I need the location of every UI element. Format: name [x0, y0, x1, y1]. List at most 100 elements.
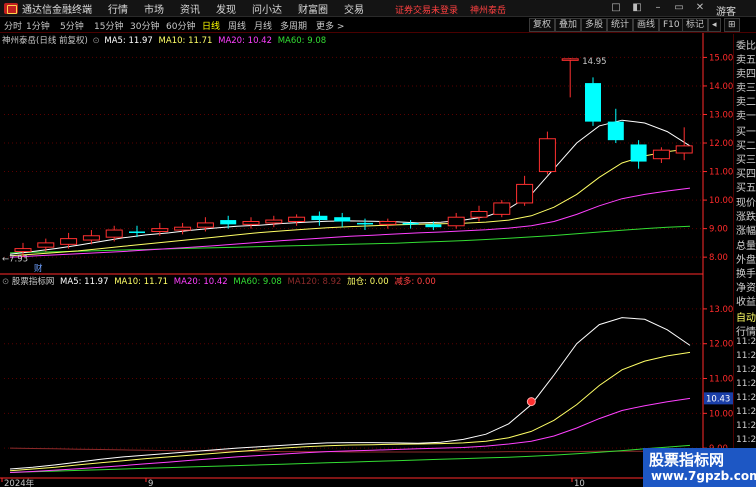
minimize-icon[interactable]: –	[652, 2, 664, 13]
maximize-icon[interactable]: ▭	[673, 2, 685, 13]
quote-row[interactable]: 涨幅	[736, 222, 756, 237]
multi-stock-button[interactable]: 多股	[581, 18, 608, 32]
menu-wealth-circle[interactable]: 财富圈	[298, 1, 328, 16]
price-tick-label: 14.00	[709, 82, 733, 92]
menu-market[interactable]: 市场	[144, 1, 164, 16]
reduce-position-readout: 减多: 0.00	[394, 277, 436, 287]
quote-row[interactable]: 11:26	[736, 393, 756, 403]
layout-icon[interactable]: ◧	[631, 2, 643, 13]
price-tick-label: 12.00	[709, 139, 733, 149]
quote-row[interactable]: 买三	[736, 151, 756, 166]
menu-discover[interactable]: 发现	[216, 1, 236, 16]
menu-trade[interactable]: 交易	[344, 1, 364, 16]
quote-row[interactable]: 买二	[736, 137, 756, 152]
menu-quotes[interactable]: 行情	[108, 1, 128, 16]
period-daily[interactable]: 日线	[202, 19, 220, 32]
period-toolbar: 分时 1分钟 5分钟 15分钟 30分钟 60分钟 日线 周线 月线 多周期 更…	[0, 18, 756, 33]
quote-row[interactable]: 卖五	[736, 51, 756, 66]
quote-row[interactable]: 委比	[736, 37, 756, 52]
period-intraday[interactable]: 分时	[4, 19, 22, 32]
sub-ma120-readout: MA120: 8.92	[287, 277, 342, 287]
ma10-readout: MA10: 11.71	[158, 36, 213, 46]
overlay-button[interactable]: 叠加	[555, 18, 582, 32]
menu-ask-xiaoda[interactable]: 问小达	[252, 1, 282, 16]
watermark-banner: 股票指标网 www.7gpzb.com	[643, 448, 756, 487]
mark-button[interactable]: 标记	[682, 18, 709, 32]
period-weekly[interactable]: 周线	[228, 19, 246, 32]
quote-row[interactable]: 净资	[736, 279, 756, 294]
quote-row[interactable]: 卖三	[736, 79, 756, 94]
price-tick-label: 15.00	[709, 53, 733, 63]
candle-body	[675, 145, 693, 154]
indicator-ma5-line	[9, 317, 691, 470]
candle-body	[288, 216, 306, 222]
candle-body	[196, 222, 214, 228]
candle-body	[379, 220, 397, 225]
quote-row[interactable]: 涨跌	[736, 208, 756, 223]
candle-body	[630, 144, 647, 162]
period-1min[interactable]: 1分钟	[26, 19, 50, 32]
quote-row[interactable]: 买四	[736, 165, 756, 180]
chart-menu-icon[interactable]: ⊙	[93, 36, 100, 46]
candle-body	[311, 215, 328, 221]
collapse-icon[interactable]: ◂	[708, 18, 721, 32]
quote-row[interactable]: 11:26	[736, 351, 756, 361]
quote-row[interactable]: 行情	[736, 323, 756, 338]
quote-row[interactable]: 卖二	[736, 93, 756, 108]
candle-body	[174, 226, 192, 231]
chart-canvas[interactable]: 15.00 14.00 13.00 12.00 11.00 10.00 9.00 8.00 13…	[0, 0, 756, 487]
sub-ma60-readout: MA60: 9.08	[233, 277, 282, 287]
sub-chart-info: ⊙ 股票指标网 MA5: 11.97 MA10: 11.71 MA20: 10.…	[0, 276, 436, 288]
f10-button[interactable]: F10	[659, 18, 684, 32]
stats-button[interactable]: 统计	[607, 18, 634, 32]
quote-row[interactable]: 总量	[736, 237, 756, 252]
login-status[interactable]: 证券交易未登录	[395, 3, 458, 16]
quote-row[interactable]: 卖四	[736, 65, 756, 80]
indicator-tick-label: 10.00	[709, 409, 733, 419]
restore-icon[interactable]: □	[610, 2, 622, 13]
period-more[interactable]: 更多 >	[316, 19, 344, 32]
indicator-tick-label: 12.00	[709, 340, 733, 350]
current-stock-name: 神州泰岳	[470, 6, 507, 16]
ma20-line	[9, 187, 691, 258]
menu-news[interactable]: 资讯	[180, 1, 200, 16]
quote-row[interactable]: 11:26	[736, 379, 756, 389]
draw-line-button[interactable]: 画线	[633, 18, 660, 32]
quote-row[interactable]: 外盘	[736, 251, 756, 266]
period-60min[interactable]: 60分钟	[166, 19, 195, 32]
quote-row[interactable]: 11:26	[736, 407, 756, 417]
quote-row[interactable]: 收益	[736, 293, 756, 308]
grid-icon[interactable]: ⊞	[724, 18, 740, 32]
guest-user[interactable]: 游客	[716, 3, 736, 18]
quote-row[interactable]: 11:27	[736, 435, 756, 445]
adjust-button[interactable]: 复权	[529, 18, 556, 32]
high-price-label: 14.95	[582, 57, 606, 67]
quote-row[interactable]: 买一	[736, 123, 756, 138]
quote-row[interactable]: 11:26	[736, 365, 756, 375]
period-15min[interactable]: 15分钟	[94, 19, 123, 32]
indicator-menu-icon[interactable]: ⊙	[2, 277, 9, 287]
watermark-url: www.7gpzb.com	[651, 469, 756, 483]
current-value-tag-label: 10.43	[706, 394, 730, 404]
period-monthly[interactable]: 月线	[254, 19, 272, 32]
close-icon[interactable]: ✕	[694, 2, 706, 13]
quote-row[interactable]: 买五	[736, 179, 756, 194]
quote-panel: 委比 卖五 卖四 卖三 卖二 卖一 买一 买二 买三 买四 买五 现价 涨跌 涨幅 总量 外盘 换手 净资 收益 自动…	[733, 34, 756, 480]
period-multi[interactable]: 多周期	[280, 19, 307, 32]
price-tick-label: 10.00	[709, 196, 733, 206]
period-30min[interactable]: 30分钟	[130, 19, 159, 32]
indicator-tick-label: 13.00	[709, 305, 733, 315]
candle-body	[60, 238, 78, 245]
quote-row[interactable]: 11:26	[736, 337, 756, 347]
quote-row[interactable]: 自动	[736, 309, 756, 324]
period-5min[interactable]: 5分钟	[60, 19, 84, 32]
quote-row[interactable]: 现价	[736, 194, 756, 209]
quote-row[interactable]: 换手	[736, 265, 756, 280]
watermark-title: 股票指标网	[649, 451, 725, 469]
quote-row[interactable]: 卖一	[736, 107, 756, 122]
quote-row[interactable]: 11:27	[736, 421, 756, 431]
time-tick-label: 9	[148, 479, 153, 487]
candle-body	[607, 121, 624, 141]
price-tick-label: 9.00	[709, 225, 728, 235]
candle-body	[402, 222, 419, 225]
